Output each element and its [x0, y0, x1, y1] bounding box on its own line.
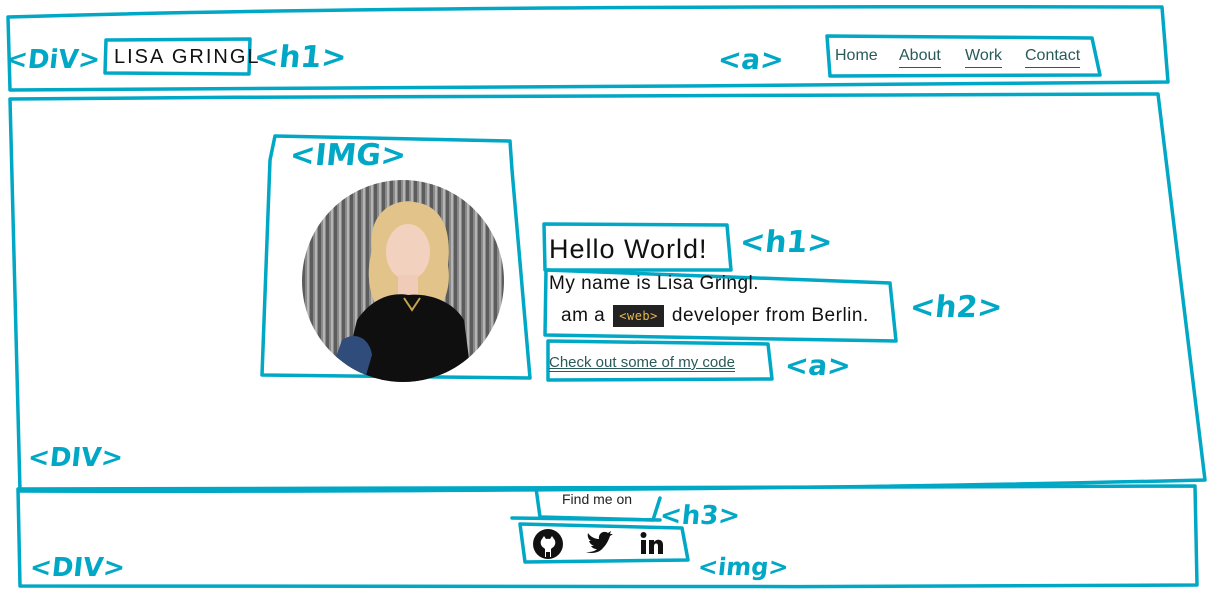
hero-intro: My name is Lisa Gringl.	[549, 273, 760, 294]
site-logo[interactable]: LISA GRINGL	[114, 46, 261, 69]
annotation-a-link: <a>	[783, 349, 853, 382]
annotation-a-nav: <a>	[716, 43, 786, 76]
hero-role: am a <web> developer from Berlin.	[561, 305, 869, 327]
social-links	[532, 528, 668, 560]
role-suffix: developer from Berlin.	[671, 305, 869, 326]
annotation-h3: <h3>	[658, 501, 742, 531]
annotation-h2: <h2>	[908, 290, 1005, 325]
annotation-h1-hero: <h1>	[738, 225, 835, 260]
code-link[interactable]: Check out some of my code	[549, 354, 735, 372]
nav-work[interactable]: Work	[965, 47, 1003, 68]
annotation-img-social: <img>	[696, 553, 791, 581]
annotation-div-main: <DIV>	[26, 443, 125, 473]
profile-photo	[302, 180, 504, 382]
nav-about[interactable]: About	[899, 47, 941, 68]
nav-home[interactable]: Home	[835, 47, 878, 65]
annotation-div-footer: <DIV>	[28, 553, 127, 583]
linkedin-icon[interactable]	[636, 528, 668, 560]
nav-contact[interactable]: Contact	[1025, 47, 1081, 68]
twitter-icon[interactable]	[584, 528, 616, 560]
github-icon[interactable]	[532, 528, 564, 560]
annotation-img: <IMG>	[288, 138, 408, 173]
find-me-heading: Find me on	[562, 491, 633, 507]
role-prefix: am a	[561, 305, 606, 326]
hero-title: Hello World!	[549, 234, 708, 264]
annotation-div-header: <DiV>	[4, 45, 102, 75]
web-code-chip: <web>	[613, 305, 664, 327]
annotation-h1-logo: <h1>	[252, 40, 349, 75]
